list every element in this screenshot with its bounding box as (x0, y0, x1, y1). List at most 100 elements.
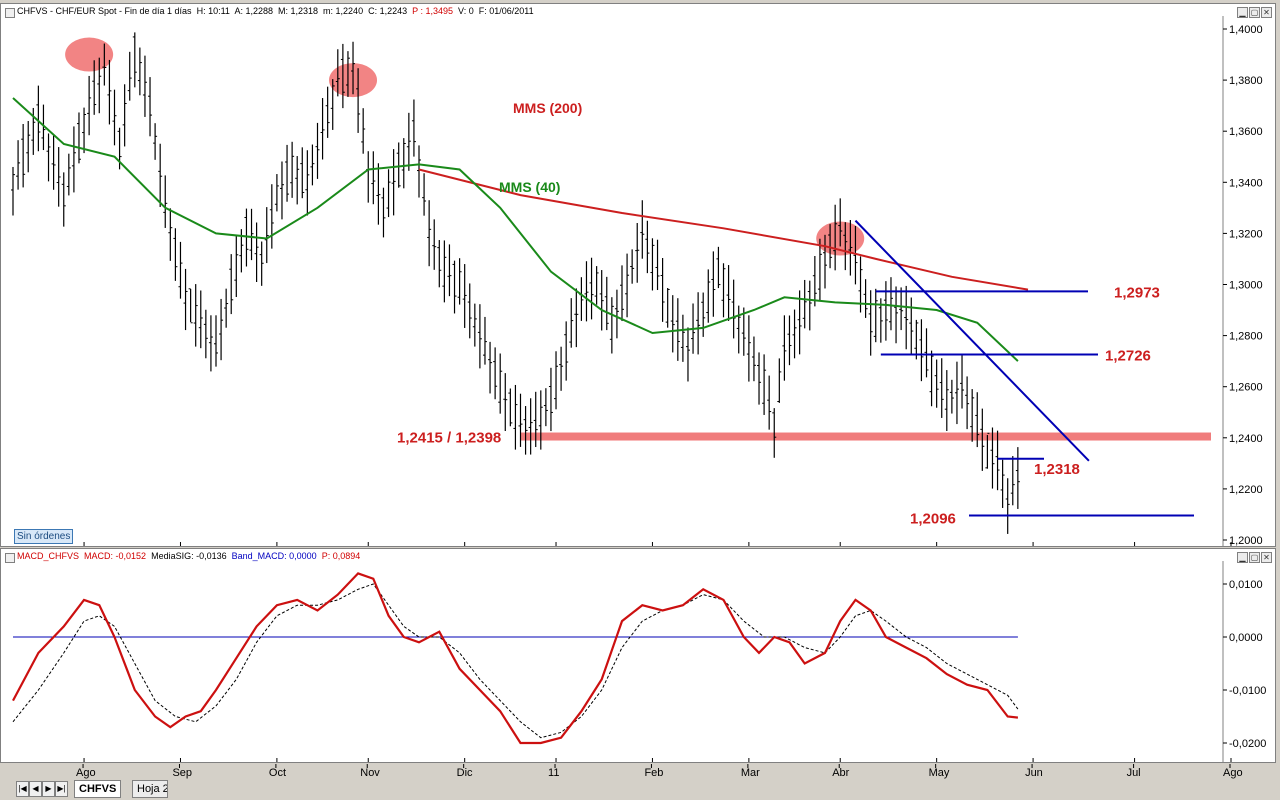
price-bar (696, 292, 701, 355)
price-chart[interactable]: 1,2000 1,2200 1,2400 1,2600 1,2800 1,3000 1,32… (1, 4, 1275, 546)
macd-pane[interactable]: MACD_CHFVS MACD: -0,0152 MediaSIG: -0,01… (0, 548, 1276, 763)
price-bar (168, 208, 173, 261)
price-bar (685, 327, 690, 382)
price-chart-pane[interactable]: CHFVS - CHF/EUR Spot - Fin de día 1 días… (0, 3, 1276, 547)
mms40-label: MMS (40) (499, 179, 560, 195)
price-bar (508, 388, 513, 427)
price-bar (523, 406, 528, 455)
price-bar (797, 290, 802, 355)
time-axis-label: Feb (644, 767, 663, 779)
price-bar (630, 249, 635, 284)
price-bar (391, 149, 396, 216)
price-bar (269, 184, 274, 249)
price-bar (137, 47, 142, 96)
price-bar (904, 285, 909, 350)
price-bar (716, 246, 721, 289)
next-sheet-icon[interactable]: ▶ (42, 781, 55, 797)
price-bar (366, 151, 371, 203)
price-bar (472, 303, 477, 347)
price-bar (762, 354, 767, 415)
price-bar (670, 295, 675, 353)
price-bar (1015, 447, 1020, 509)
price-bar (11, 166, 15, 216)
price-bar (488, 341, 493, 394)
macd-y-tick-label: -0,0100 (1229, 685, 1266, 697)
price-bar (609, 297, 614, 354)
price-bar (554, 351, 559, 410)
time-axis-label: Ago (76, 767, 96, 779)
price-bar (198, 290, 203, 349)
price-bar (665, 287, 670, 328)
tab-hoja-2[interactable]: Hoja 2 (132, 780, 168, 798)
price-y-tick-label: 1,2000 (1229, 535, 1263, 546)
tab-chfvs[interactable]: CHFVS (74, 780, 122, 798)
price-bar (650, 238, 655, 291)
price-bar (411, 99, 416, 157)
price-bar (543, 388, 548, 427)
time-axis-label: Sep (172, 767, 192, 779)
price-bar (46, 133, 51, 182)
mms40-line (12, 97, 1019, 362)
time-axis-label: Jun (1025, 767, 1043, 779)
first-sheet-icon[interactable]: |◀ (16, 781, 29, 797)
price-bar (954, 361, 959, 425)
price-bar (493, 347, 498, 400)
price-bar (320, 98, 325, 160)
level-label: 1,2318 (1034, 461, 1080, 478)
price-bar (417, 145, 421, 198)
price-bar (422, 173, 427, 216)
price-bar (467, 283, 472, 339)
time-axis-label: Dic (457, 767, 473, 779)
price-bar (396, 142, 401, 188)
price-bar (868, 290, 873, 356)
time-axis: Ago Sep Oct Nov Dic 11 Feb Mar Abr May Jun Jul Ago (76, 764, 1243, 779)
price-bar (919, 319, 924, 382)
price-bar (620, 265, 624, 322)
price-bar (757, 352, 762, 405)
price-bar (132, 32, 137, 88)
price-y-tick-label: 1,3200 (1229, 228, 1263, 240)
price-bar (234, 235, 239, 298)
price-bar (437, 240, 442, 288)
price-bar (290, 141, 295, 198)
orders-button[interactable]: Sin órdenes (14, 529, 74, 544)
level-label: 1,2973 (1114, 284, 1160, 301)
price-y-tick-label: 1,2400 (1229, 433, 1263, 445)
price-bar (173, 228, 178, 281)
time-axis-label: Abr (832, 767, 849, 779)
price-bar (574, 288, 579, 348)
price-bar (208, 315, 213, 372)
price-bar (254, 222, 259, 283)
last-sheet-icon[interactable]: ▶| (55, 781, 68, 797)
price-bar (148, 77, 153, 137)
price-bar (26, 121, 31, 173)
price-bar (61, 172, 66, 227)
price-bar (914, 319, 919, 360)
price-bar (680, 314, 685, 362)
price-bar (594, 266, 599, 305)
price-bar (625, 253, 630, 318)
price-bar (498, 353, 503, 414)
price-bar (767, 375, 772, 430)
price-bar (706, 269, 711, 323)
price-bar (863, 279, 868, 318)
price-bar (107, 59, 112, 125)
price-bar (711, 251, 716, 317)
price-bar (965, 376, 970, 430)
support-band (520, 432, 1211, 441)
price-bar (894, 286, 899, 344)
price-bar (726, 265, 731, 321)
price-bar (792, 309, 797, 359)
price-bar (721, 263, 726, 318)
prev-sheet-icon[interactable]: ◀ (29, 781, 42, 797)
status-bar: Ago Sep Oct Nov Dic 11 Feb Mar Abr May Jun Jul Ago |… (0, 764, 1280, 800)
macd-chart[interactable]: -0,0200 -0,0100 0,0000 0,0100 (1, 549, 1275, 762)
price-bar (802, 279, 807, 329)
price-bar (371, 151, 376, 205)
price-bar (888, 277, 893, 331)
price-bar (224, 288, 229, 328)
price-y-tick-label: 1,3600 (1229, 126, 1263, 138)
price-bar (214, 315, 218, 367)
price-bar (122, 84, 127, 147)
price-bar (482, 316, 487, 365)
